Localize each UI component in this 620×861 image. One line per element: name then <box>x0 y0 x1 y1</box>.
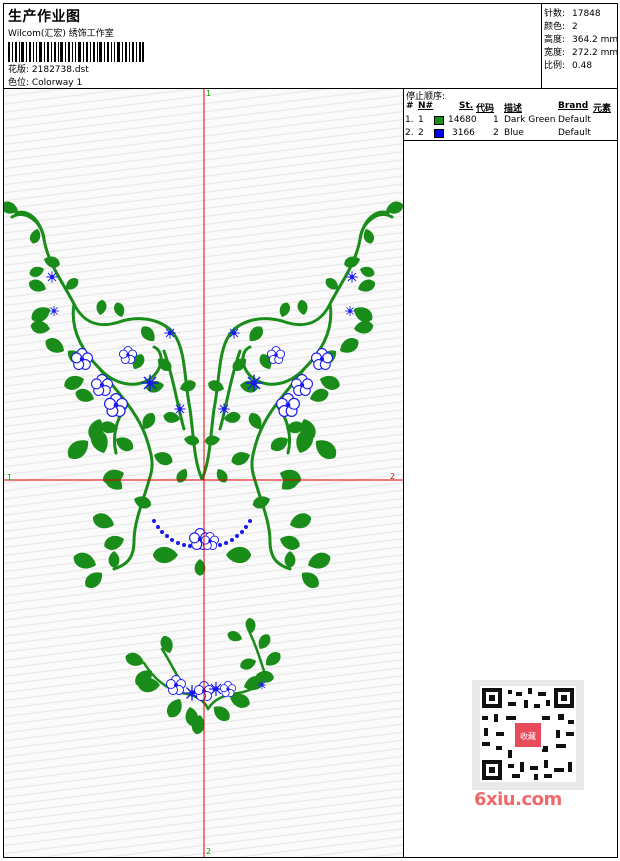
color-swatch-blue <box>434 129 444 138</box>
embroidery-design <box>4 89 404 857</box>
col-index: # <box>406 101 414 111</box>
colorway-label: 色位: Colorway 1 <box>8 78 83 88</box>
page-title: 生产作业图 <box>8 9 81 25</box>
center-crosshair <box>4 89 403 857</box>
stat-stitches: 针数: 17848 <box>544 9 601 19</box>
col-needle: N# <box>418 101 434 111</box>
stat-height: 高度: 364.2 mm <box>544 35 619 45</box>
col-description: 描述 <box>504 104 523 114</box>
qr-badge-text: 收藏 <box>520 731 536 741</box>
stop-sequence-table: 停止顺序: # N# St. 代码 描述 Brand 元素 1. 1 14680… <box>404 89 617 141</box>
software-name: Wilcom(汇宏) 绣饰工作室 <box>8 29 114 39</box>
qr-code-watermark: 收藏 <box>472 680 584 790</box>
table-row: 2. 2 3166 2 Blue Default <box>405 128 591 138</box>
axis-label-top: 1 <box>206 89 212 98</box>
table-row: 1. 1 14680 1 Dark Green Default <box>405 115 591 125</box>
watermark-text: 6xiu.com <box>474 789 562 810</box>
axis-label-left: 1 <box>7 473 13 482</box>
col-code: 代码 <box>476 104 495 114</box>
vine-motif-right <box>202 199 404 591</box>
design-canvas: 1 2 1 2 <box>4 89 404 857</box>
barcode-icon <box>8 42 144 62</box>
col-brand: Brand <box>558 101 589 111</box>
col-stitches: St. <box>459 101 474 111</box>
stat-width: 宽度: 272.2 mm <box>544 48 619 58</box>
color-swatch-green <box>434 116 444 125</box>
table-header-row: # N# St. 代码 描述 Brand 元素 <box>404 101 617 114</box>
axis-label-right: 2 <box>390 472 396 481</box>
design-stats: 针数: 17848 颜色: 2 高度: 364.2 mm 宽度: 272.2 mm 比例… <box>542 4 619 89</box>
qr-code-icon: 收藏 <box>480 686 576 782</box>
vine-motif-left <box>4 199 204 592</box>
design-file-label: 花版: 2182738.dst <box>8 65 89 75</box>
header-info: 生产作业图 Wilcom(汇宏) 绣饰工作室 花版: 2182738.dst 色… <box>4 4 542 89</box>
axis-label-bottom: 2 <box>206 847 212 856</box>
stat-colors: 颜色: 2 <box>544 22 578 32</box>
col-element: 元素 <box>593 104 612 114</box>
stat-scale: 比例: 0.48 <box>544 61 593 71</box>
